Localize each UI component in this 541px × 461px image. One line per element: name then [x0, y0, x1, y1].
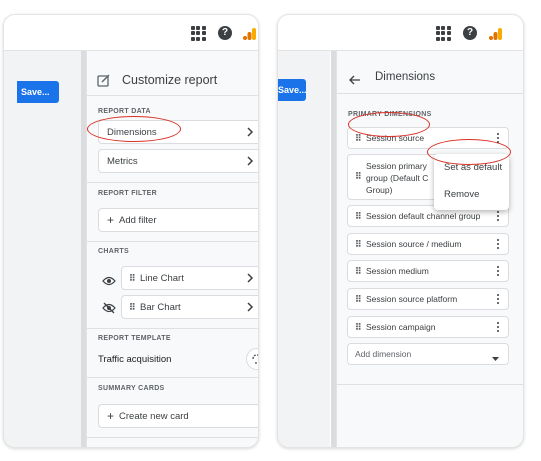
dimension-label-line: Session primary: [366, 161, 427, 171]
customize-report-panel: Customize report REPORT DATA Dimensions …: [86, 51, 258, 447]
dropdown-arrow-icon: [492, 353, 499, 363]
divider: [87, 377, 258, 378]
customize-report-icon: [97, 74, 110, 87]
more-vert-icon[interactable]: [494, 265, 502, 277]
chart-item-bar[interactable]: ⠿ Bar Chart: [121, 295, 258, 319]
report-canvas: [4, 51, 81, 447]
dimension-label-multiline: Session primary group (Default C Group): [366, 160, 428, 196]
drag-handle-icon[interactable]: ⠿: [355, 239, 362, 249]
add-dimension-select[interactable]: Add dimension: [347, 343, 509, 365]
panel-title: Dimensions: [375, 71, 436, 83]
analytics-logo-icon: [488, 25, 504, 41]
top-bar: ?: [278, 15, 523, 51]
divider: [337, 93, 523, 94]
section-label-summary-cards: SUMMARY CARDS: [98, 385, 165, 392]
apps-grid-icon[interactable]: [190, 25, 206, 41]
section-label-primary-dimensions: PRIMARY DIMENSIONS: [348, 111, 432, 118]
drag-handle-icon[interactable]: ⠿: [355, 172, 362, 181]
create-new-card-button[interactable]: + Create new card: [98, 404, 258, 428]
divider: [87, 241, 258, 242]
panel-header: Customize report: [97, 73, 217, 87]
section-label-report-filter: REPORT FILTER: [98, 190, 157, 197]
top-bar: ?: [4, 15, 258, 51]
help-icon[interactable]: ?: [217, 25, 233, 41]
dimension-item[interactable]: ⠿ Session source platform: [347, 288, 509, 310]
help-icon[interactable]: ?: [462, 25, 478, 41]
dimensions-screen: ? Save... Dimensions PRIMARY DIMENSIONS …: [277, 14, 524, 448]
chevron-right-icon: [244, 301, 256, 313]
apps-grid-icon[interactable]: [435, 25, 451, 41]
report-canvas: [278, 51, 330, 447]
dimensions-panel: Dimensions PRIMARY DIMENSIONS ⠿ Session …: [336, 51, 523, 447]
divider: [87, 328, 258, 329]
dimension-label: Session default channel group: [366, 211, 481, 221]
divider: [337, 384, 523, 385]
menu-item-set-default[interactable]: Set as default: [444, 162, 502, 173]
chart-item-label: Line Chart: [140, 272, 184, 284]
add-filter-button[interactable]: + Add filter: [98, 208, 258, 232]
dimensions-card[interactable]: Dimensions: [98, 120, 258, 144]
chart-item-line[interactable]: ⠿ Line Chart: [121, 266, 258, 290]
dimension-label-line: group (Default C: [366, 173, 429, 183]
drag-handle-icon[interactable]: ⠿: [129, 302, 136, 312]
dimension-item[interactable]: ⠿ Session source / medium: [347, 233, 509, 255]
back-arrow-icon[interactable]: [349, 72, 361, 90]
create-card-label: Create new card: [119, 410, 189, 422]
template-name: Traffic acquisition: [98, 354, 172, 365]
dimension-label: Session campaign: [366, 322, 436, 332]
divider: [87, 437, 258, 438]
dimension-item[interactable]: ⠿ Session medium: [347, 260, 509, 282]
plus-icon: +: [107, 409, 115, 423]
drag-handle-icon[interactable]: ⠿: [355, 211, 362, 221]
customize-report-screen: ? Save... Customize report REPORT DATA D…: [3, 14, 259, 448]
more-vert-icon[interactable]: [494, 321, 502, 333]
eye-off-icon[interactable]: [102, 301, 116, 319]
drag-handle-icon[interactable]: ⠿: [355, 322, 362, 332]
dimension-label: Session source: [366, 133, 425, 143]
metrics-card[interactable]: Metrics: [98, 149, 258, 173]
save-button[interactable]: Save...: [17, 81, 59, 103]
plus-icon: +: [107, 213, 115, 227]
menu-item-remove[interactable]: Remove: [444, 189, 479, 200]
add-filter-label: Add filter: [119, 214, 157, 226]
dimension-item[interactable]: ⠿ Session source: [347, 127, 509, 149]
section-label-charts: CHARTS: [98, 248, 129, 255]
chevron-right-icon: [244, 126, 256, 138]
drag-handle-icon[interactable]: ⠿: [355, 133, 362, 143]
panel-title: Customize report: [122, 73, 218, 87]
dimension-label: Session medium: [366, 266, 429, 276]
analytics-logo-icon: [242, 25, 258, 41]
metrics-label: Metrics: [107, 155, 138, 167]
dimension-item[interactable]: ⠿ Session campaign: [347, 316, 509, 338]
chart-item-label: Bar Chart: [140, 301, 181, 313]
dimension-label: Session source / medium: [366, 239, 462, 249]
more-vert-icon[interactable]: [494, 132, 502, 144]
chevron-right-icon: [244, 272, 256, 284]
more-vert-icon[interactable]: [494, 293, 502, 305]
save-button[interactable]: Save...: [278, 79, 307, 101]
section-label-report-template: REPORT TEMPLATE: [98, 335, 171, 342]
dimension-context-menu: Set as default Remove: [434, 154, 509, 210]
section-label-report-data: REPORT DATA: [98, 108, 151, 115]
drag-handle-icon[interactable]: ⠿: [355, 266, 362, 276]
dimensions-label: Dimensions: [107, 126, 157, 138]
drag-handle-icon[interactable]: ⠿: [355, 294, 362, 304]
dimension-label-line: Group): [366, 185, 393, 195]
more-vert-icon[interactable]: [494, 210, 502, 222]
divider: [87, 95, 258, 96]
chevron-right-icon: [244, 155, 256, 167]
dimension-label: Session source platform: [366, 294, 458, 304]
divider: [87, 182, 258, 183]
template-link-icon[interactable]: [246, 348, 258, 370]
eye-icon[interactable]: [102, 273, 116, 291]
add-dimension-label: Add dimension: [355, 349, 412, 359]
more-vert-icon[interactable]: [494, 238, 502, 250]
drag-handle-icon[interactable]: ⠿: [129, 273, 136, 283]
